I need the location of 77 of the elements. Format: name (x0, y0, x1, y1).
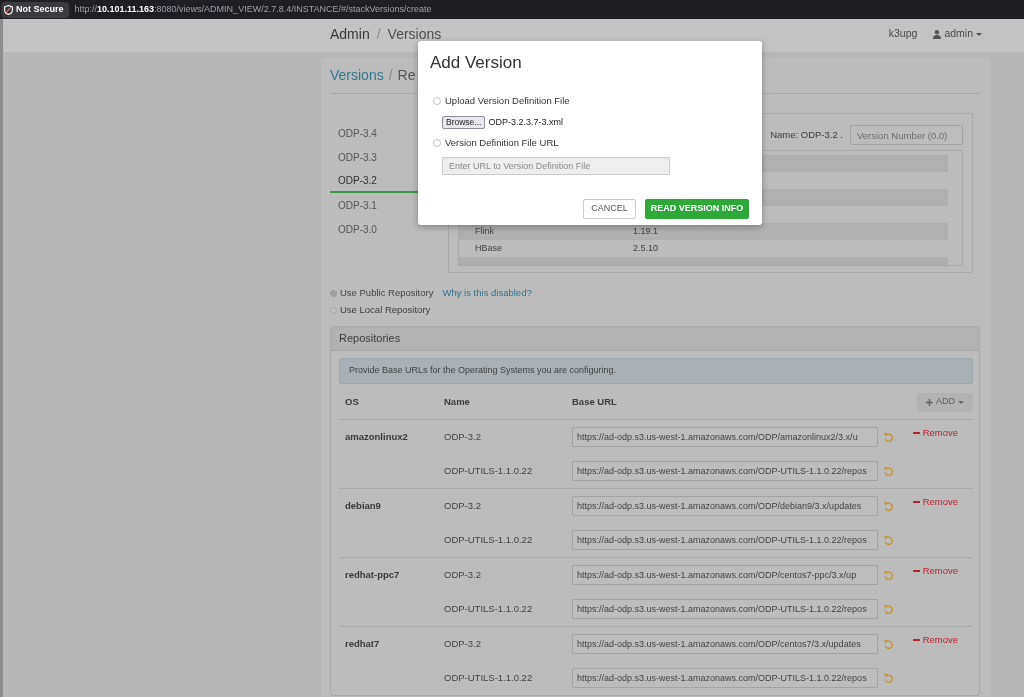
undo-icon[interactable] (884, 604, 893, 614)
undo-icon[interactable] (884, 673, 893, 683)
page-title: Re (397, 66, 416, 85)
version-tab[interactable]: ODP-3.4 (330, 121, 418, 145)
undo-icon[interactable] (884, 432, 893, 442)
os-name: redhat7 (344, 636, 381, 651)
os-name: redhat-ppc7 (344, 567, 401, 582)
radio-button[interactable] (433, 97, 441, 105)
version-tab[interactable]: ODP-3.3 (330, 145, 418, 169)
radio-label: Use Local Repository (340, 303, 431, 318)
table-cell-text: 2.5.10 (632, 241, 659, 255)
breadcrumb-separator: / (388, 66, 393, 85)
radio-label: Use Public Repository (340, 286, 434, 301)
version-tab[interactable]: ODP-3.1 (330, 193, 418, 217)
breadcrumb-separator: / (376, 27, 381, 41)
undo-icon[interactable] (884, 466, 893, 476)
user-menu[interactable]: admin (933, 26, 982, 42)
undo-icon[interactable] (884, 570, 893, 580)
repo-name: ODP-3.2 (444, 636, 482, 651)
radio-button[interactable] (433, 139, 441, 147)
undo-icon[interactable] (884, 535, 893, 545)
radio-label: Version Definition File URL (445, 135, 559, 150)
undo-icon[interactable] (884, 639, 893, 649)
table-cell-text: HBase (474, 241, 503, 255)
shield-icon (4, 4, 13, 15)
repo-name: ODP-3.2 (444, 498, 482, 513)
repo-name: ODP-3.2 (444, 567, 482, 582)
version-name-label: Name: ODP-3.2 . (770, 127, 843, 142)
url-field[interactable]: https://ad-odp.s3.us-west-1.amazonaws.com/ODP/centos7-ppc/3.x/up (572, 565, 878, 585)
caret-icon (976, 32, 982, 36)
breadcrumb-link[interactable]: Admin (330, 27, 370, 41)
file-name: ODP-3.2.3.7-3.xml (488, 115, 563, 129)
repo-name: ODP-UTILS-1.1.0.22 (444, 601, 534, 616)
remove-link[interactable]: Remove (912, 564, 958, 579)
caret-icon (958, 400, 964, 404)
url-field[interactable]: Enter URL to Version Definition File (442, 157, 670, 175)
security-indicator[interactable]: Not Secure (1, 1, 69, 18)
column-header: Base URL (572, 394, 617, 409)
remove-link[interactable]: Remove (912, 633, 958, 648)
radio-label: Upload Version Definition File (445, 93, 570, 108)
remove-link[interactable]: Remove (912, 495, 958, 510)
version-number-field[interactable]: Version Number (0.0) (850, 125, 963, 145)
os-name: debian9 (344, 498, 382, 513)
repo-name: ODP-UTILS-1.1.0.22 (444, 532, 534, 547)
minus-icon (912, 570, 920, 573)
browse-button[interactable]: Browse... (442, 116, 486, 129)
table-cell-text: 1.19.1 (632, 224, 659, 238)
cancel-button[interactable]: CANCEL (583, 199, 636, 219)
undo-icon[interactable] (884, 501, 893, 511)
cluster-name[interactable]: k3upg (888, 26, 918, 42)
url-field[interactable]: https://ad-odp.s3.us-west-1.amazonaws.com/ODP-UTILS-1.1.0.22/repos (572, 668, 878, 688)
panel-heading: Repositories (331, 327, 979, 351)
minus-icon (912, 432, 920, 435)
url-field[interactable]: https://ad-odp.s3.us-west-1.amazonaws.com/ODP-UTILS-1.1.0.22/repos (572, 530, 878, 550)
info-message: Provide Base URLs for the Operating Systems you are configuring. (339, 358, 973, 384)
read-version-info-button[interactable]: READ VERSION INFO (645, 199, 749, 219)
repo-name: ODP-3.2 (444, 429, 482, 444)
minus-icon (912, 501, 920, 504)
page-title: Versions (387, 27, 442, 41)
url-field[interactable]: https://ad-odp.s3.us-west-1.amazonaws.com/ODP/centos7/3.x/updates (572, 634, 878, 654)
repo-name: ODP-UTILS-1.1.0.22 (444, 463, 534, 478)
version-tab[interactable]: ODP-3.0 (330, 217, 418, 241)
dialog-title: Add Version (430, 53, 522, 73)
url-field[interactable]: https://ad-odp.s3.us-west-1.amazonaws.com/ODP/amazonlinux2/3.x/u (572, 427, 878, 447)
minus-icon (912, 639, 920, 642)
plus-icon (926, 398, 933, 406)
column-header: Name (444, 394, 471, 409)
url-field[interactable]: https://ad-odp.s3.us-west-1.amazonaws.com/ODP-UTILS-1.1.0.22/repos (572, 599, 878, 619)
remove-link[interactable]: Remove (912, 426, 958, 441)
os-name: amazonlinux2 (344, 429, 409, 444)
url-field[interactable]: https://ad-odp.s3.us-west-1.amazonaws.com/ODP/debian9/3.x/updates (572, 496, 878, 516)
repo-name: ODP-UTILS-1.1.0.22 (444, 670, 534, 685)
url-field[interactable]: https://ad-odp.s3.us-west-1.amazonaws.com/ODP-UTILS-1.1.0.22/repos (572, 461, 878, 481)
address-bar[interactable]: http://10.101.11.163:8080/views/ADMIN_VIEW/2.7.8.4/INSTANCE/#/stackVersions/create (74, 2, 432, 17)
column-header: OS (344, 394, 360, 409)
table-cell-text: Flink (474, 224, 495, 238)
user-icon (933, 29, 942, 39)
